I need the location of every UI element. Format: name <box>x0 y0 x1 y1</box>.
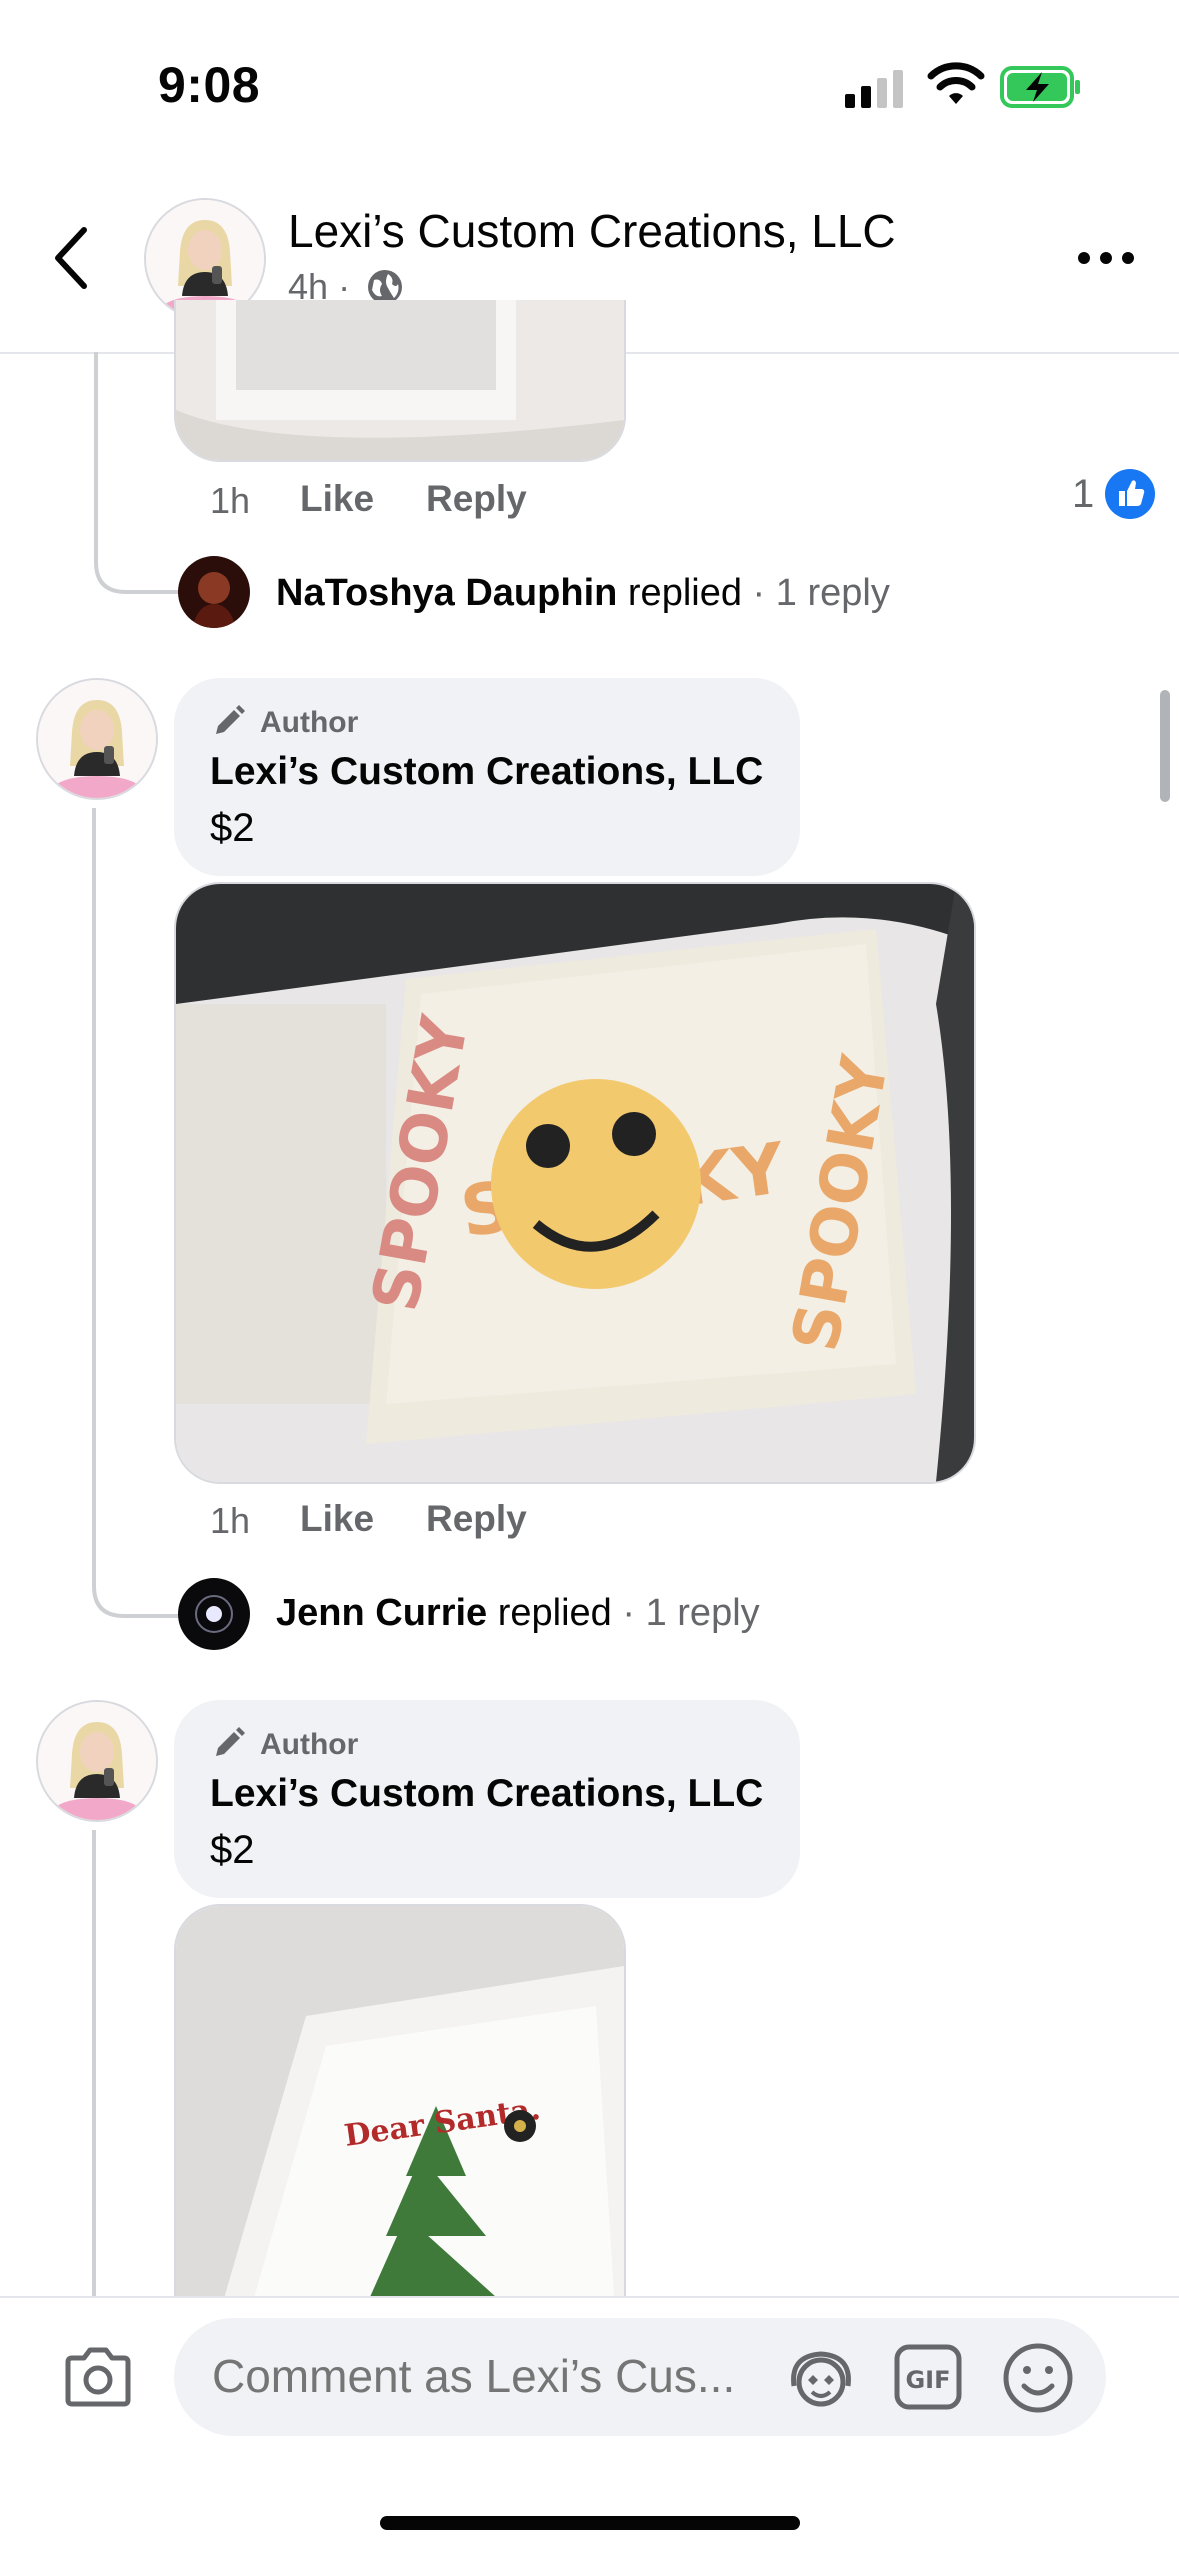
reply-button[interactable]: Reply <box>426 1498 527 1540</box>
reply-count[interactable]: · 1 reply <box>753 572 890 614</box>
author-badge: Author <box>260 706 359 739</box>
comment-time: 1h <box>210 480 251 521</box>
reply-summary[interactable]: NaToshya Dauphin replied · 1 reply <box>276 572 890 615</box>
battery-charging-icon <box>1000 66 1080 108</box>
comment-text: $2 <box>210 1828 255 1872</box>
page-title[interactable]: Lexi’s Custom Creations, LLC <box>288 204 896 258</box>
back-button[interactable] <box>44 222 100 294</box>
comment-photo[interactable]: SPOOKY SPOOKY SPOOKY <box>174 882 976 1484</box>
comment-author-avatar[interactable] <box>36 1700 158 1822</box>
photo-image <box>176 300 624 460</box>
cellular-signal-icon <box>845 70 903 108</box>
comment-author-name[interactable]: Lexi’s Custom Creations, LLC <box>210 750 763 794</box>
comment-photo[interactable]: Dear Santa. <box>174 1904 626 2328</box>
towel-photo: Dear Santa. <box>176 1906 624 2326</box>
thread-line <box>92 808 96 1588</box>
replier-avatar[interactable] <box>178 1578 250 1650</box>
comment-photo-partial[interactable] <box>174 300 626 462</box>
reply-button[interactable]: Reply <box>426 478 527 520</box>
comment-time: 1h <box>210 1500 251 1541</box>
replier-name[interactable]: NaToshya Dauphin <box>276 572 617 614</box>
pencil-icon <box>216 705 245 734</box>
more-options-button[interactable] <box>1076 244 1136 272</box>
avatar-photo-icon <box>178 556 250 628</box>
replier-name[interactable]: Jenn Currie <box>276 1592 487 1634</box>
gif-icon[interactable]: GIF <box>894 2344 962 2410</box>
reaction-count[interactable]: 1 <box>1072 472 1094 517</box>
wifi-icon <box>927 62 985 104</box>
avatar-photo-icon <box>178 1578 250 1650</box>
tote-bag-photo: SPOOKY SPOOKY SPOOKY <box>176 884 974 1482</box>
author-badge: Author <box>260 1728 359 1761</box>
like-button[interactable]: Like <box>300 478 374 520</box>
reply-summary[interactable]: Jenn Currie replied · 1 reply <box>276 1592 760 1635</box>
scrollbar-thumb[interactable] <box>1160 690 1170 802</box>
avatar-illustration-icon <box>38 680 156 798</box>
avatar-illustration-icon <box>38 1702 156 1820</box>
replier-avatar[interactable] <box>178 556 250 628</box>
thread-connector <box>92 1540 178 1618</box>
svg-text:GIF: GIF <box>905 2366 950 2394</box>
reply-count[interactable]: · 1 reply <box>622 1592 759 1634</box>
comment-author-avatar[interactable] <box>36 678 158 800</box>
reply-action: replied <box>627 572 742 614</box>
emoji-icon[interactable] <box>1002 2342 1074 2414</box>
status-time: 9:08 <box>158 57 261 113</box>
comment-input[interactable] <box>210 2348 774 2404</box>
like-reaction-icon[interactable] <box>1104 468 1156 520</box>
avatar-sticker-icon[interactable] <box>786 2346 856 2410</box>
comment-author-name[interactable]: Lexi’s Custom Creations, LLC <box>210 1772 763 1816</box>
thread-line <box>92 1830 96 2300</box>
reply-action: replied <box>497 1592 612 1634</box>
comment-text: $2 <box>210 806 255 850</box>
home-indicator[interactable] <box>380 2516 800 2530</box>
camera-button[interactable] <box>62 2346 134 2408</box>
pencil-icon <box>216 1727 245 1756</box>
like-button[interactable]: Like <box>300 1498 374 1540</box>
